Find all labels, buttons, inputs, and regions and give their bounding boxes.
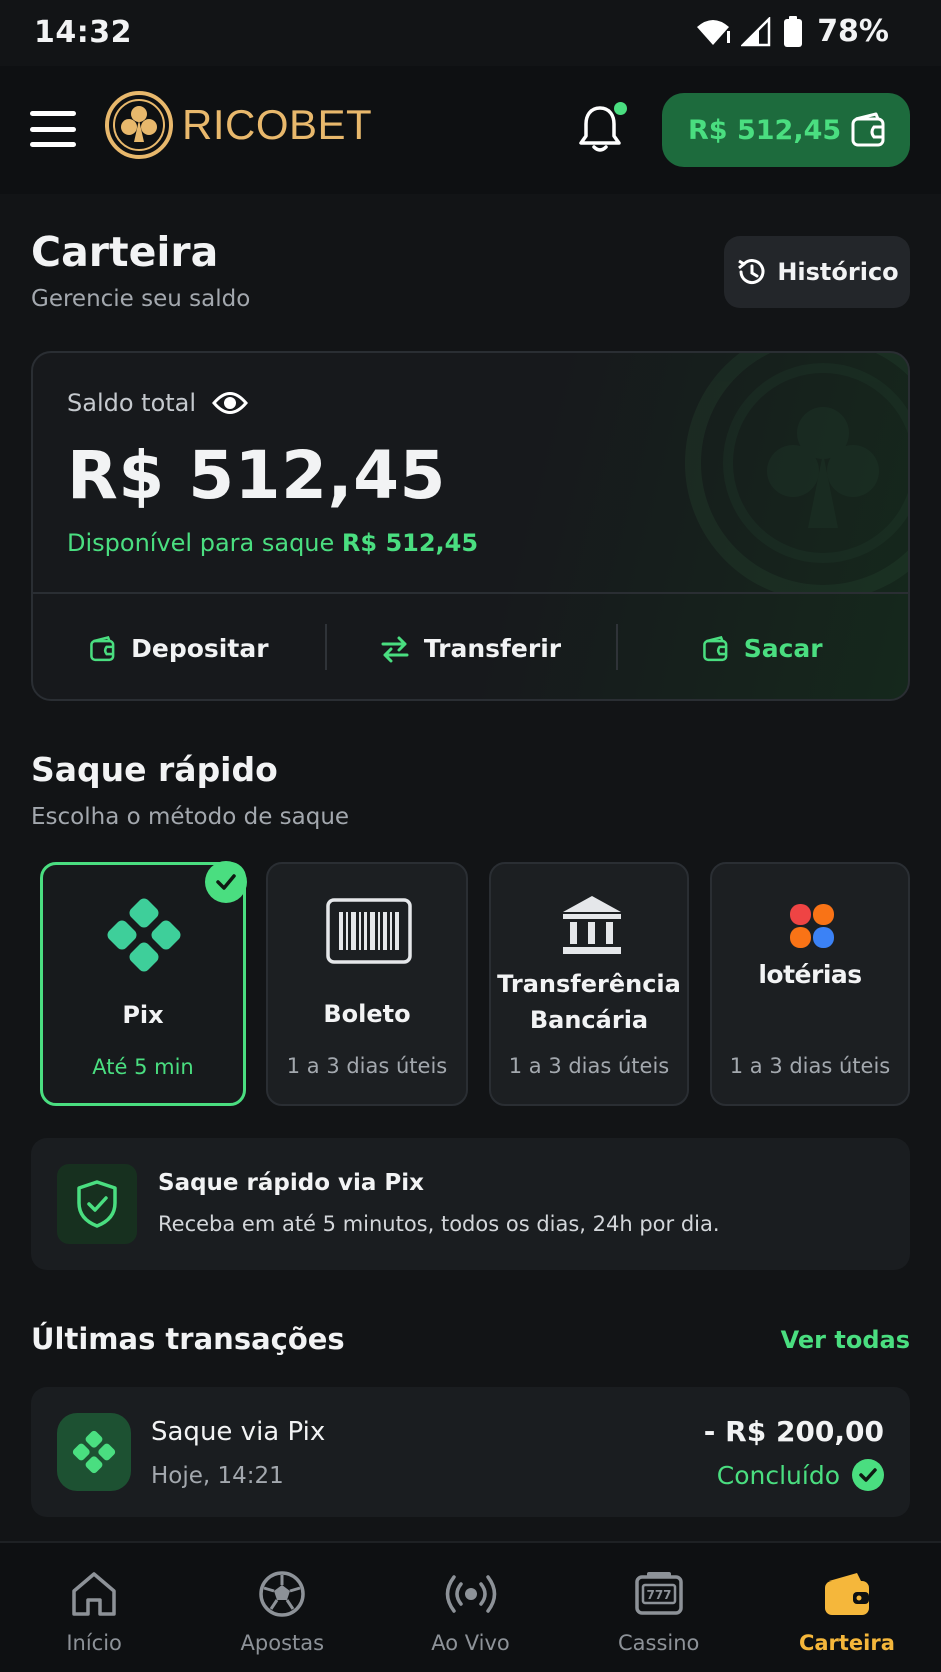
club-watermark-icon (685, 353, 908, 593)
brand-name: RICOBET (182, 101, 373, 148)
status-bar: 14:32 78% (0, 0, 941, 66)
slot-machine-icon: 777 (634, 1572, 683, 1615)
nav-cassino[interactable]: 777 Cassino (565, 1543, 753, 1672)
club-logo-icon (105, 91, 173, 159)
transaction-date: Hoje, 14:21 (151, 1463, 284, 1489)
pix-icon (107, 898, 181, 972)
method-time: 1 a 3 dias úteis (286, 1054, 448, 1078)
nav-ao-vivo[interactable]: Ao Vivo (376, 1543, 564, 1672)
method-time: Até 5 min (92, 1055, 194, 1079)
nav-inicio[interactable]: Início (0, 1543, 188, 1672)
header-balance: R$ 512,45 (688, 114, 842, 146)
method-pix[interactable]: Pix Até 5 min (40, 861, 247, 1106)
nav-label: Início (66, 1631, 122, 1655)
info-text: Receba em até 5 minutos, todos os dias, … (158, 1212, 720, 1236)
signal-icon (741, 16, 771, 46)
method-name-line2: Bancária (529, 1006, 649, 1034)
transaction-status: Concluído (717, 1459, 884, 1491)
loterias-clover-icon (790, 904, 834, 948)
selected-check-icon (205, 861, 247, 903)
bank-icon (563, 896, 621, 954)
brand-logo[interactable]: RICOBET (104, 90, 372, 160)
wallet-icon (90, 635, 115, 661)
notification-dot (614, 102, 627, 115)
balance-label-row: Saldo total (67, 389, 249, 417)
see-all-link[interactable]: Ver todas (781, 1326, 910, 1354)
transaction-row[interactable]: Saque via Pix Hoje, 14:21 - R$ 200,00 Co… (31, 1387, 910, 1517)
wifi-icon (697, 19, 731, 45)
balance-amount: R$ 512,45 (67, 437, 446, 514)
deposit-button[interactable]: Depositar (33, 594, 325, 699)
live-broadcast-icon (445, 1575, 496, 1613)
status-icons: 78% (695, 14, 889, 49)
wallet-icon (824, 1573, 869, 1615)
info-title: Saque rápido via Pix (158, 1170, 424, 1196)
nav-apostas[interactable]: Apostas (188, 1543, 376, 1672)
transaction-amount: - R$ 200,00 (703, 1415, 884, 1448)
header-balance-button[interactable]: R$ 512,45 (662, 93, 910, 167)
method-boleto[interactable]: Boleto 1 a 3 dias úteis (266, 862, 468, 1106)
available-label: Disponível para saque (67, 529, 335, 557)
withdraw-methods: Pix Até 5 min Boleto 1 a 3 dias úteis Tr… (40, 861, 910, 1106)
check-circle-icon (852, 1459, 884, 1491)
transfer-button[interactable]: Transferir (324, 594, 617, 699)
transfer-label: Transferir (423, 634, 562, 663)
available-amount: R$ 512,45 (341, 529, 479, 557)
soccer-ball-icon (259, 1571, 306, 1617)
method-name: Boleto (323, 1000, 411, 1028)
history-icon (738, 259, 765, 285)
status-time: 14:32 (34, 15, 132, 50)
wallet-icon (851, 112, 885, 147)
loterias-logo: lotérias (758, 960, 862, 989)
available-row: Disponível para saque R$ 512,45 (67, 529, 478, 557)
balance-actions: Depositar Transferir Sacar (33, 594, 908, 699)
quick-withdraw-title: Saque rápido (31, 750, 278, 789)
quick-withdraw-subtitle: Escolha o método de saque (31, 804, 350, 830)
balance-label: Saldo total (67, 389, 197, 417)
nav-label: Ao Vivo (431, 1631, 510, 1655)
page-title: Carteira (31, 228, 219, 276)
method-bank-transfer[interactable]: Transferência Bancária 1 a 3 dias úteis (489, 862, 689, 1106)
wallet-icon (702, 635, 728, 661)
home-icon (72, 1572, 116, 1616)
history-button[interactable]: Histórico (724, 236, 910, 308)
battery-percent: 78% (817, 14, 889, 49)
eye-icon[interactable] (212, 390, 249, 416)
withdraw-button[interactable]: Sacar (616, 594, 908, 699)
status-label: Concluído (716, 1460, 840, 1490)
page-subtitle: Gerencie seu saldo (31, 286, 251, 312)
app-header: RICOBET R$ 512,45 (0, 66, 941, 194)
transactions-title: Últimas transações (31, 1322, 345, 1356)
deposit-label: Depositar (131, 634, 269, 663)
method-name: Transferência Bancária (491, 966, 687, 1038)
method-name: Pix (122, 1001, 164, 1029)
nav-label: Apostas (240, 1631, 325, 1655)
nav-label: Carteira (798, 1631, 895, 1655)
withdraw-label: Sacar (743, 634, 823, 663)
nav-label: Cassino (618, 1631, 700, 1655)
method-loterias[interactable]: lotérias 1 a 3 dias úteis (710, 862, 910, 1106)
transfer-icon (381, 636, 409, 662)
barcode-icon (326, 898, 412, 964)
svg-text:777: 777 (646, 1588, 671, 1602)
pix-icon (57, 1413, 131, 1491)
battery-icon (784, 15, 803, 47)
balance-card: Saldo total R$ 512,45 Disponível para sa… (31, 351, 910, 701)
method-time: 1 a 3 dias úteis (508, 1054, 670, 1078)
history-label: Histórico (777, 258, 899, 286)
shield-check-icon (57, 1164, 137, 1244)
method-name-line1: Transferência (497, 970, 681, 998)
transaction-title: Saque via Pix (151, 1417, 326, 1447)
nav-carteira[interactable]: Carteira (753, 1543, 941, 1672)
pix-info-card: Saque rápido via Pix Receba em até 5 min… (31, 1138, 910, 1270)
menu-icon[interactable] (30, 111, 76, 147)
bottom-nav: Início Apostas Ao Vivo 777 Cassino Carte… (0, 1541, 941, 1672)
method-time: 1 a 3 dias úteis (729, 1054, 891, 1078)
